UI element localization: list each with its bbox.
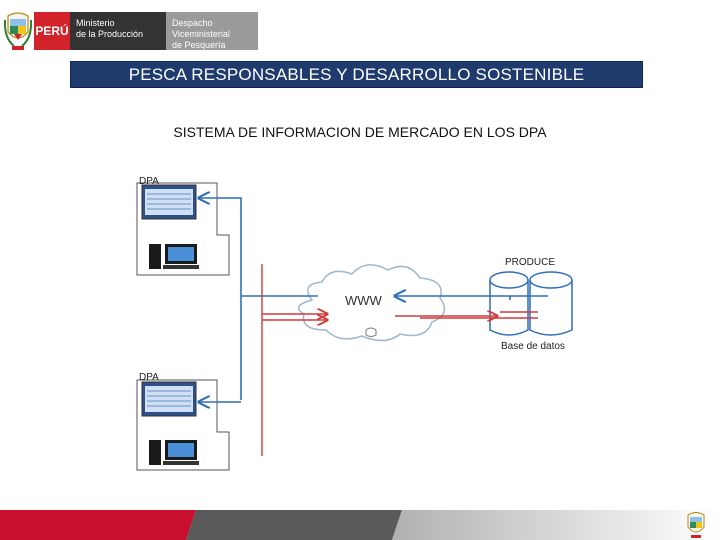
router-icon [365,327,377,337]
database-icon [489,271,529,336]
monitor-screen-icon [141,184,197,220]
dpa-bottom-node: DPA [136,372,230,471]
footer-fade-stripe [392,510,720,540]
dpa-top-node: DPA [136,176,230,276]
cloud-label: WWW [345,293,383,308]
footer-red-stripe [0,510,196,540]
desktop-computer-icon [149,440,199,465]
footer-band [0,510,720,540]
dpa-bottom-label: DPA [139,372,159,383]
database-icon [529,271,573,336]
produce-label: PRODUCE [505,257,555,268]
produce-database-node: PRODUCE Base de datos [489,257,573,352]
database-label: Base de datos [501,341,565,352]
footer-gray-stripe [186,510,402,540]
internet-cloud: WWW [297,264,446,342]
monitor-screen-icon [141,381,197,417]
network-diagram: DPA DPA WWW PRODUCE Base de datos [136,176,573,471]
desktop-computer-icon [149,244,199,269]
